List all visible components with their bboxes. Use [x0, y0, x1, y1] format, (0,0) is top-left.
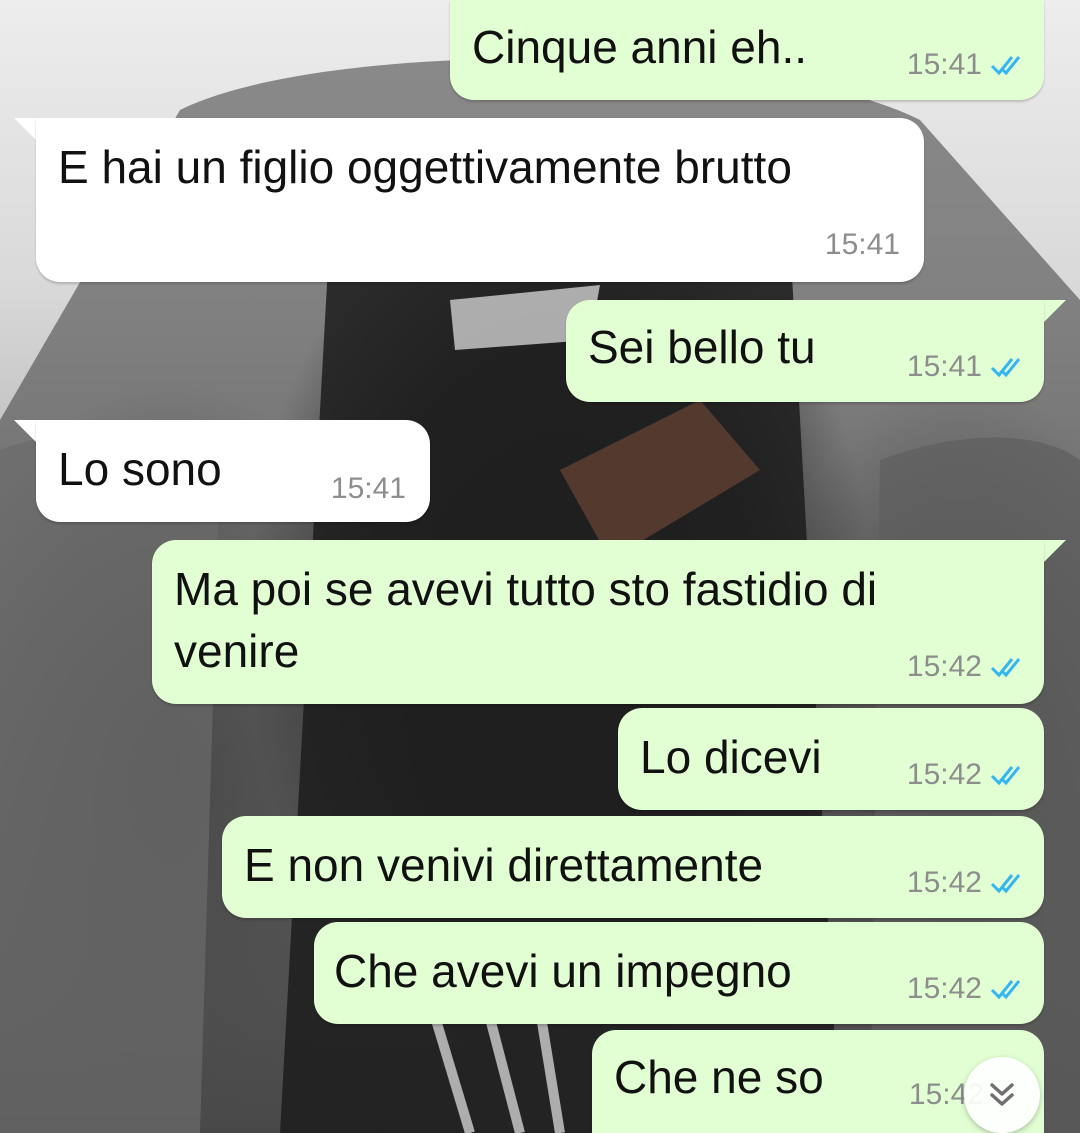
message-time: 15:41: [330, 472, 406, 505]
message-text: Lo dicevi: [640, 731, 822, 783]
message-time: 15:42: [906, 650, 982, 683]
message-meta: 15:41: [825, 228, 900, 262]
double-check-icon: [990, 658, 1021, 678]
message-meta: 15:42: [907, 972, 1026, 1006]
message-bubble-outgoing[interactable]: Che avevi un impegno 15:42: [314, 922, 1044, 1024]
message-text: E hai un figlio oggettivamente brutto: [58, 141, 792, 193]
message-time: 15:42: [906, 866, 982, 899]
bubble-tail: [14, 118, 36, 140]
double-chevron-down-icon: [990, 1083, 1014, 1106]
message-text: Che ne so: [614, 1051, 824, 1103]
message-meta: 15:41: [907, 350, 1026, 384]
message-bubble-incoming[interactable]: Lo sono 15:41: [36, 420, 430, 522]
message-meta: 15:42: [907, 650, 1026, 684]
message-meta: 15:42: [907, 866, 1026, 900]
message-meta: 15:41: [331, 472, 406, 506]
message-time: 15:41: [906, 350, 982, 383]
message-text: Che avevi un impegno: [334, 945, 792, 997]
message-time: 15:42: [906, 758, 982, 791]
message-bubble-outgoing[interactable]: Cinque anni eh.. 15:41: [450, 0, 1044, 100]
double-check-icon: [990, 56, 1021, 76]
message-time: 15:42: [906, 972, 982, 1005]
message-bubble-outgoing[interactable]: E non venivi direttamente 15:42: [222, 816, 1044, 918]
double-check-icon: [990, 874, 1021, 894]
message-text: Lo sono: [58, 443, 222, 495]
double-check-icon: [990, 766, 1021, 786]
message-text: Sei bello tu: [588, 321, 816, 373]
message-text-line: Ma poi se avevi tutto sto fastidio di: [174, 563, 878, 615]
message-text-line: venire: [174, 625, 300, 677]
bubble-tail: [1044, 540, 1066, 562]
bubble-tail: [1044, 300, 1066, 322]
message-meta: 15:42: [907, 758, 1026, 792]
message-bubble-outgoing[interactable]: Lo dicevi 15:42: [618, 708, 1044, 810]
message-time: 15:41: [824, 228, 900, 261]
double-check-icon: [990, 358, 1021, 378]
double-check-icon: [990, 980, 1021, 1000]
message-bubble-outgoing[interactable]: Sei bello tu 15:41: [566, 300, 1044, 402]
bubble-tail: [14, 420, 36, 442]
message-bubble-outgoing[interactable]: Ma poi se avevi tutto sto fastidio di ve…: [152, 540, 1044, 704]
message-bubble-incoming[interactable]: E hai un figlio oggettivamente brutto 15…: [36, 118, 924, 282]
message-text: Cinque anni eh..: [472, 21, 808, 73]
scroll-to-bottom-button[interactable]: [964, 1057, 1040, 1133]
message-text: E non venivi direttamente: [244, 839, 764, 891]
message-meta: 15:41: [907, 48, 1026, 82]
message-time: 15:41: [906, 48, 982, 81]
